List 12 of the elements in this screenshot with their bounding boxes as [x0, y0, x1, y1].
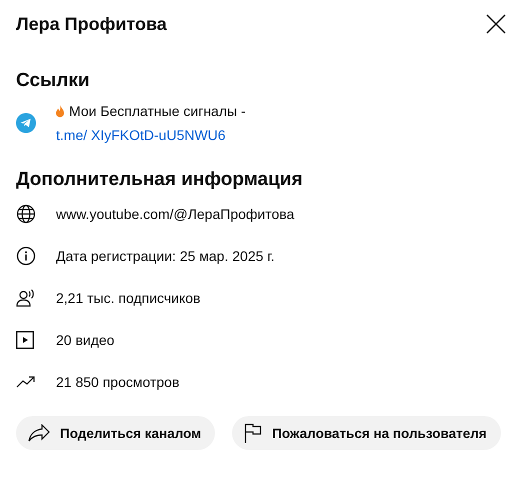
section-heading: Дополнительная информация	[16, 169, 304, 192]
section-heading: Ссылки	[16, 70, 91, 93]
info-text: 20 видео	[56, 332, 114, 348]
channel-title: Лера Профитова	[16, 14, 167, 34]
link[interactable]: t.me/ XIyFKOtD-uU5NWU6	[56, 123, 246, 147]
info-text: www.youtube.com/@ЛераПрофитова	[56, 206, 294, 222]
link-title: Мои Бесплатные сигналы -	[69, 103, 246, 119]
share-button[interactable]: Поделиться каналом	[16, 416, 216, 450]
info-text: 2,21 тыс. подписчиков	[56, 290, 200, 306]
report-button[interactable]: Пожаловаться на пользователя	[232, 416, 501, 450]
info-text: Дата регистрации: 25 мар. 2025 г.	[56, 248, 275, 264]
info-text: 21 850 просмотров	[56, 374, 180, 390]
